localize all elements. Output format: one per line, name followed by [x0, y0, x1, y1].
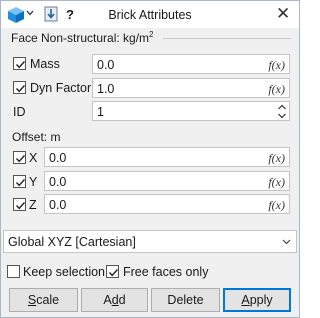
mass-checkbox[interactable]: [13, 57, 26, 70]
add-button[interactable]: Add: [81, 288, 148, 312]
mass-value: 0.0: [97, 58, 115, 72]
keep-selection-checkbox[interactable]: [7, 265, 20, 278]
id-spinbox[interactable]: 1: [92, 101, 290, 121]
offset-y-field[interactable]: 0.0 f(x): [44, 171, 290, 191]
dyn-factor-value: 1.0: [97, 82, 115, 96]
spin-arrows-icon[interactable]: [277, 103, 287, 120]
mass-label: Mass: [30, 57, 60, 71]
coordinate-system-value: Global XYZ [Cartesian]: [8, 235, 136, 249]
id-label: ID: [13, 105, 26, 119]
free-faces-only-label: Free faces only: [123, 265, 209, 279]
brick-attributes-dialog: ? Brick Attributes ✕ Face Non-structural…: [0, 0, 300, 318]
offset-y-value: 0.0: [49, 175, 67, 189]
offset-x-field[interactable]: 0.0 f(x): [44, 147, 290, 167]
close-button[interactable]: ✕: [276, 5, 290, 22]
offset-x-label: X: [29, 151, 38, 165]
chevron-down-icon: [282, 239, 291, 245]
offset-label: Offset: m: [12, 130, 61, 144]
keep-selection-label: Keep selection: [23, 265, 106, 279]
offset-y-checkbox[interactable]: [13, 175, 26, 188]
mass-field[interactable]: 0.0 f(x): [92, 54, 290, 74]
group-divider: [163, 38, 291, 39]
delete-button[interactable]: Delete: [151, 288, 220, 312]
dyn-factor-label: Dyn Factor: [30, 81, 92, 95]
dyn-factor-function-button[interactable]: f(x): [268, 82, 285, 97]
dyn-factor-field[interactable]: 1.0 f(x): [92, 78, 290, 98]
mass-function-button[interactable]: f(x): [268, 58, 285, 73]
offset-z-checkbox[interactable]: [13, 198, 26, 211]
window-title: Brick Attributes: [108, 8, 192, 22]
apply-button[interactable]: Apply: [223, 288, 291, 312]
offset-y-function-button[interactable]: f(x): [268, 175, 285, 190]
scale-button[interactable]: Scale: [9, 288, 78, 312]
face-group-label: Face Non-structural: kg/m2: [11, 30, 154, 45]
offset-x-value: 0.0: [49, 151, 67, 165]
offset-y-label: Y: [29, 175, 38, 189]
coordinate-system-select[interactable]: Global XYZ [Cartesian]: [3, 230, 297, 253]
offset-z-label: Z: [29, 198, 37, 212]
id-value: 1: [97, 105, 104, 119]
offset-z-field[interactable]: 0.0 f(x): [44, 194, 290, 214]
offset-z-value: 0.0: [49, 198, 67, 212]
offset-x-checkbox[interactable]: [13, 151, 26, 164]
title-bar: ? Brick Attributes ✕: [1, 1, 299, 28]
offset-x-function-button[interactable]: f(x): [268, 151, 285, 166]
dyn-factor-checkbox[interactable]: [13, 81, 26, 94]
free-faces-only-checkbox[interactable]: [106, 265, 119, 278]
offset-z-function-button[interactable]: f(x): [268, 198, 285, 213]
